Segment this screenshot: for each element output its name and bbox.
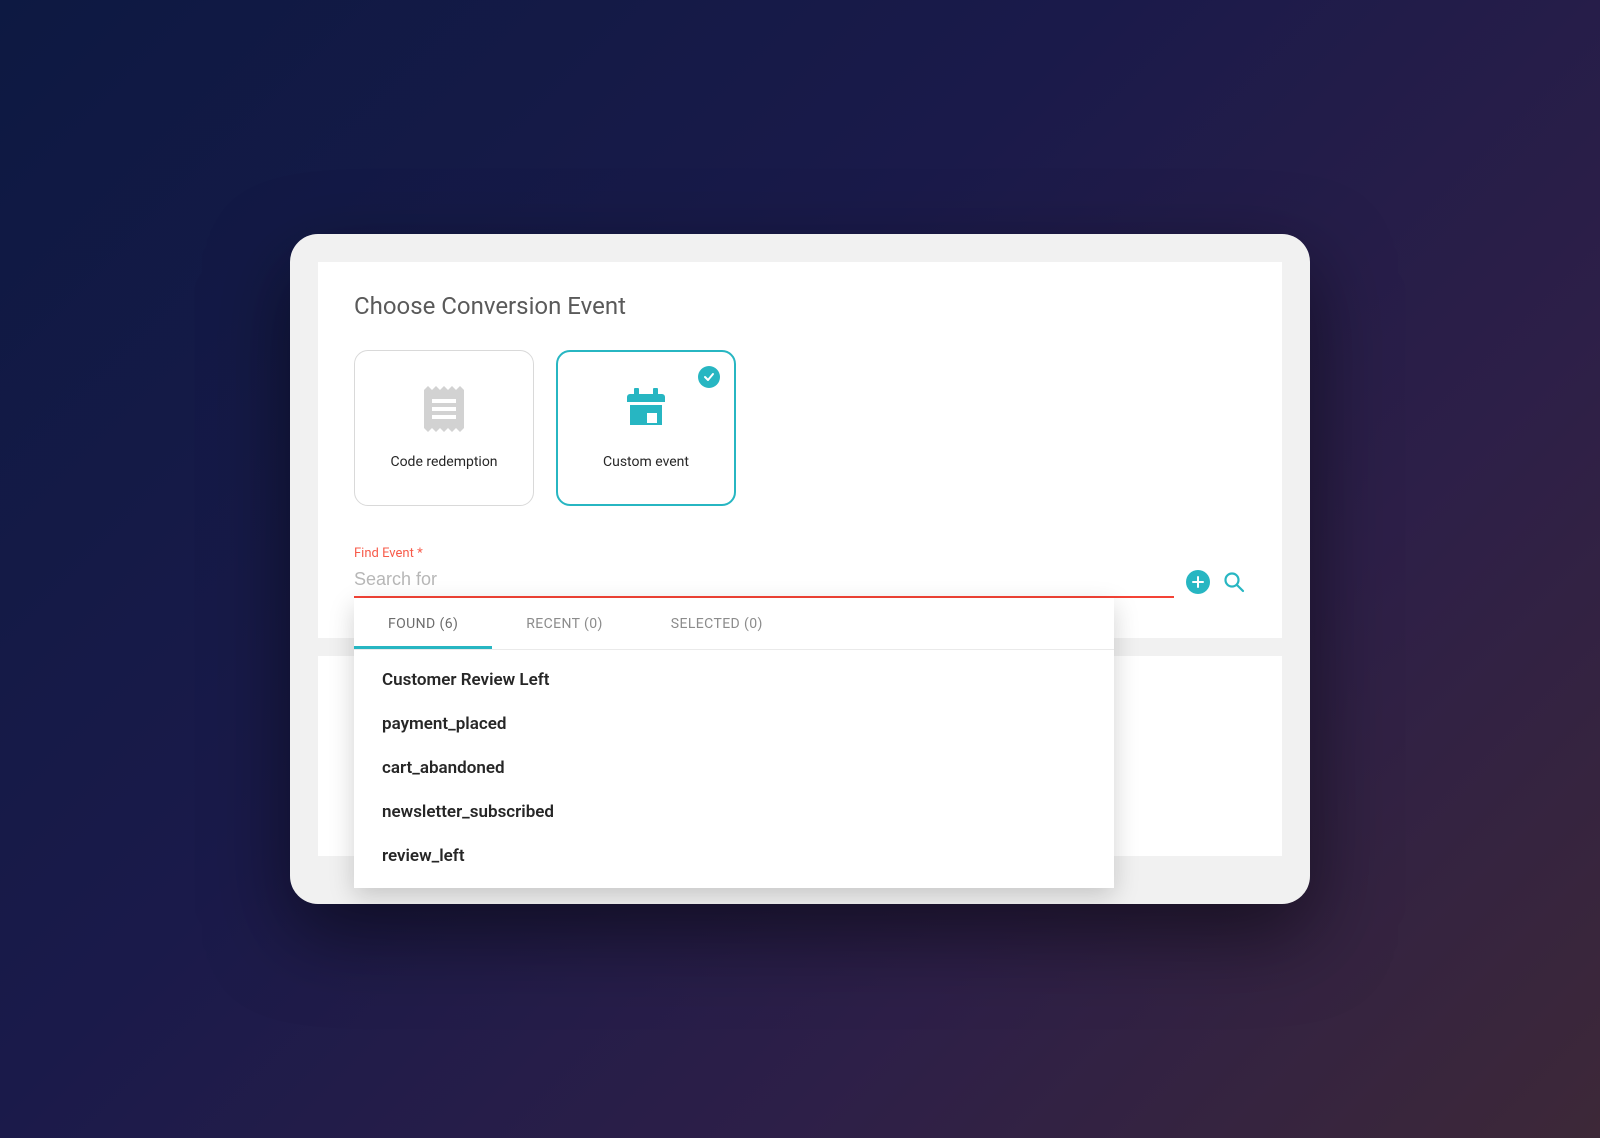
result-item[interactable]: review_left: [354, 834, 1114, 878]
results-list: Customer Review Left payment_placed cart…: [354, 650, 1114, 888]
search-button[interactable]: [1222, 570, 1246, 594]
app-window: Choose Conversion Event Code redemption: [290, 234, 1310, 904]
event-type-cards: Code redemption: [354, 350, 1246, 506]
card-label: Code redemption: [390, 454, 497, 470]
result-item[interactable]: cart_abandoned: [354, 746, 1114, 790]
plus-icon: [1186, 570, 1210, 594]
search-row: [354, 565, 1246, 598]
conversion-event-panel: Choose Conversion Event Code redemption: [318, 262, 1282, 638]
find-event-field: Find Event *: [354, 546, 1246, 598]
card-custom-event[interactable]: Custom event: [556, 350, 736, 506]
dropdown-tabs: FOUND (6) RECENT (0) SELECTED (0): [354, 598, 1114, 650]
field-label: Find Event *: [354, 546, 1246, 561]
panel-title: Choose Conversion Event: [354, 292, 1246, 320]
tab-selected[interactable]: SELECTED (0): [637, 598, 797, 649]
search-input[interactable]: [354, 565, 1174, 598]
receipt-icon: [422, 386, 466, 436]
result-item[interactable]: newsletter_subscribed: [354, 790, 1114, 834]
add-event-button[interactable]: [1186, 570, 1210, 594]
search-icon: [1223, 571, 1245, 593]
calendar-icon: [623, 386, 669, 436]
check-icon: [698, 366, 720, 388]
event-dropdown: FOUND (6) RECENT (0) SELECTED (0) Custom…: [354, 598, 1114, 888]
card-label: Custom event: [603, 454, 689, 470]
result-item[interactable]: payment_placed: [354, 702, 1114, 746]
result-item[interactable]: Customer Review Left: [354, 658, 1114, 702]
card-code-redemption[interactable]: Code redemption: [354, 350, 534, 506]
tab-found[interactable]: FOUND (6): [354, 598, 492, 649]
tab-recent[interactable]: RECENT (0): [492, 598, 637, 649]
